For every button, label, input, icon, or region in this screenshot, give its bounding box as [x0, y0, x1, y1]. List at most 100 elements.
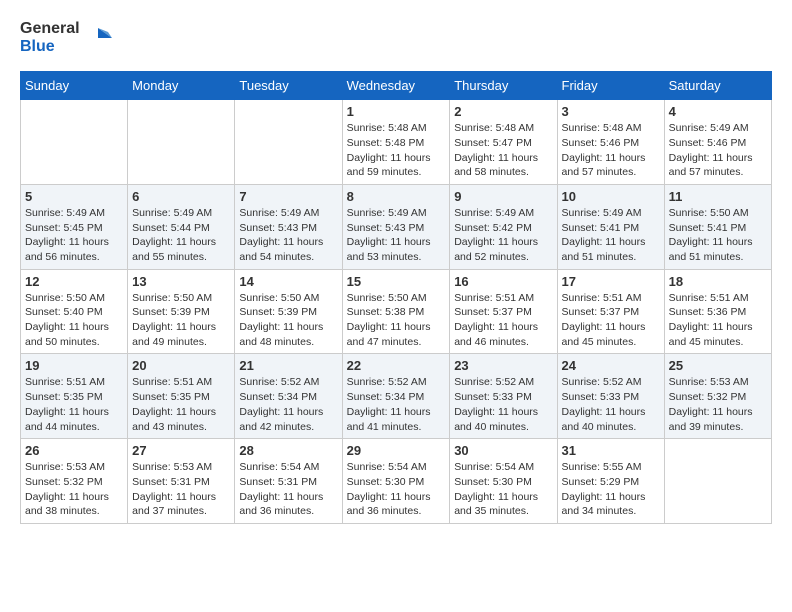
calendar-cell: 30 Sunrise: 5:54 AMSunset: 5:30 PMDayligh… [450, 439, 557, 524]
day-number: 12 [25, 274, 123, 289]
day-info: Sunrise: 5:50 AMSunset: 5:40 PMDaylight:… [25, 291, 123, 350]
logo-bird-icon [84, 24, 112, 52]
day-info: Sunrise: 5:49 AMSunset: 5:42 PMDaylight:… [454, 206, 552, 265]
day-info: Sunrise: 5:48 AMSunset: 5:46 PMDaylight:… [562, 121, 660, 180]
day-number: 14 [239, 274, 337, 289]
day-info: Sunrise: 5:55 AMSunset: 5:29 PMDaylight:… [562, 460, 660, 519]
day-number: 6 [132, 189, 230, 204]
calendar-cell: 10 Sunrise: 5:49 AMSunset: 5:41 PMDayligh… [557, 184, 664, 269]
calendar-cell: 24 Sunrise: 5:52 AMSunset: 5:33 PMDayligh… [557, 354, 664, 439]
weekday-header-monday: Monday [128, 72, 235, 100]
logo: General Blue [20, 20, 112, 55]
calendar-cell: 28 Sunrise: 5:54 AMSunset: 5:31 PMDayligh… [235, 439, 342, 524]
calendar-cell: 22Sunrise: 5:52 AMSunset: 5:34 PMDayligh… [342, 354, 450, 439]
calendar-cell: 1 Sunrise: 5:48 AMSunset: 5:48 PMDaylight… [342, 100, 450, 185]
calendar-cell: 21 Sunrise: 5:52 AMSunset: 5:34 PMDayligh… [235, 354, 342, 439]
calendar-cell: 20Sunrise: 5:51 AMSunset: 5:35 PMDayligh… [128, 354, 235, 439]
logo-line1: General [20, 20, 80, 38]
day-number: 3 [562, 104, 660, 119]
day-info: Sunrise: 5:52 AMSunset: 5:34 PMDaylight:… [347, 375, 446, 434]
calendar-cell: 5 Sunrise: 5:49 AMSunset: 5:45 PMDaylight… [21, 184, 128, 269]
calendar-cell: 2 Sunrise: 5:48 AMSunset: 5:47 PMDaylight… [450, 100, 557, 185]
day-info: Sunrise: 5:51 AMSunset: 5:36 PMDaylight:… [669, 291, 767, 350]
calendar-cell: 11 Sunrise: 5:50 AMSunset: 5:41 PMDayligh… [664, 184, 771, 269]
day-number: 28 [239, 443, 337, 458]
calendar-cell: 12 Sunrise: 5:50 AMSunset: 5:40 PMDayligh… [21, 269, 128, 354]
day-number: 4 [669, 104, 767, 119]
weekday-header-row: SundayMondayTuesdayWednesdayThursdayFrid… [21, 72, 772, 100]
day-info: Sunrise: 5:53 AMSunset: 5:31 PMDaylight:… [132, 460, 230, 519]
calendar-cell: 27Sunrise: 5:53 AMSunset: 5:31 PMDayligh… [128, 439, 235, 524]
calendar-cell: 7Sunrise: 5:49 AMSunset: 5:43 PMDaylight… [235, 184, 342, 269]
day-info: Sunrise: 5:50 AMSunset: 5:39 PMDaylight:… [239, 291, 337, 350]
calendar-cell: 23 Sunrise: 5:52 AMSunset: 5:33 PMDayligh… [450, 354, 557, 439]
day-info: Sunrise: 5:48 AMSunset: 5:48 PMDaylight:… [347, 121, 446, 180]
calendar-cell: 25 Sunrise: 5:53 AMSunset: 5:32 PMDayligh… [664, 354, 771, 439]
page-header: General Blue [20, 20, 772, 55]
calendar-week-row: 26Sunrise: 5:53 AMSunset: 5:32 PMDayligh… [21, 439, 772, 524]
day-info: Sunrise: 5:52 AMSunset: 5:33 PMDaylight:… [562, 375, 660, 434]
day-info: Sunrise: 5:51 AMSunset: 5:35 PMDaylight:… [25, 375, 123, 434]
weekday-header-wednesday: Wednesday [342, 72, 450, 100]
day-number: 1 [347, 104, 446, 119]
day-info: Sunrise: 5:52 AMSunset: 5:34 PMDaylight:… [239, 375, 337, 434]
day-number: 30 [454, 443, 552, 458]
day-info: Sunrise: 5:49 AMSunset: 5:45 PMDaylight:… [25, 206, 123, 265]
calendar-cell: 8Sunrise: 5:49 AMSunset: 5:43 PMDaylight… [342, 184, 450, 269]
calendar-cell: 3 Sunrise: 5:48 AMSunset: 5:46 PMDaylight… [557, 100, 664, 185]
day-info: Sunrise: 5:52 AMSunset: 5:33 PMDaylight:… [454, 375, 552, 434]
calendar-cell: 17 Sunrise: 5:51 AMSunset: 5:37 PMDayligh… [557, 269, 664, 354]
day-number: 5 [25, 189, 123, 204]
day-info: Sunrise: 5:53 AMSunset: 5:32 PMDaylight:… [25, 460, 123, 519]
day-info: Sunrise: 5:49 AMSunset: 5:44 PMDaylight:… [132, 206, 230, 265]
day-info: Sunrise: 5:54 AMSunset: 5:31 PMDaylight:… [239, 460, 337, 519]
day-number: 25 [669, 358, 767, 373]
day-info: Sunrise: 5:53 AMSunset: 5:32 PMDaylight:… [669, 375, 767, 434]
calendar-cell: 4 Sunrise: 5:49 AMSunset: 5:46 PMDaylight… [664, 100, 771, 185]
day-number: 19 [25, 358, 123, 373]
day-info: Sunrise: 5:51 AMSunset: 5:37 PMDaylight:… [562, 291, 660, 350]
calendar-cell: 15 Sunrise: 5:50 AMSunset: 5:38 PMDayligh… [342, 269, 450, 354]
day-info: Sunrise: 5:54 AMSunset: 5:30 PMDaylight:… [454, 460, 552, 519]
calendar-cell: 6 Sunrise: 5:49 AMSunset: 5:44 PMDaylight… [128, 184, 235, 269]
day-number: 23 [454, 358, 552, 373]
day-number: 21 [239, 358, 337, 373]
day-info: Sunrise: 5:50 AMSunset: 5:39 PMDaylight:… [132, 291, 230, 350]
day-number: 24 [562, 358, 660, 373]
day-info: Sunrise: 5:49 AMSunset: 5:43 PMDaylight:… [239, 206, 337, 265]
calendar-cell: 9Sunrise: 5:49 AMSunset: 5:42 PMDaylight… [450, 184, 557, 269]
day-info: Sunrise: 5:48 AMSunset: 5:47 PMDaylight:… [454, 121, 552, 180]
day-number: 8 [347, 189, 446, 204]
calendar-cell: 13 Sunrise: 5:50 AMSunset: 5:39 PMDayligh… [128, 269, 235, 354]
day-number: 20 [132, 358, 230, 373]
day-number: 13 [132, 274, 230, 289]
day-info: Sunrise: 5:50 AMSunset: 5:38 PMDaylight:… [347, 291, 446, 350]
day-number: 29 [347, 443, 446, 458]
weekday-header-thursday: Thursday [450, 72, 557, 100]
calendar-cell [235, 100, 342, 185]
day-info: Sunrise: 5:49 AMSunset: 5:46 PMDaylight:… [669, 121, 767, 180]
day-number: 17 [562, 274, 660, 289]
day-number: 15 [347, 274, 446, 289]
logo-line2: Blue [20, 38, 80, 56]
calendar-week-row: 5 Sunrise: 5:49 AMSunset: 5:45 PMDaylight… [21, 184, 772, 269]
day-number: 10 [562, 189, 660, 204]
calendar-cell: 26Sunrise: 5:53 AMSunset: 5:32 PMDayligh… [21, 439, 128, 524]
weekday-header-tuesday: Tuesday [235, 72, 342, 100]
calendar-cell: 18Sunrise: 5:51 AMSunset: 5:36 PMDayligh… [664, 269, 771, 354]
day-info: Sunrise: 5:54 AMSunset: 5:30 PMDaylight:… [347, 460, 446, 519]
day-number: 11 [669, 189, 767, 204]
calendar-cell [21, 100, 128, 185]
day-info: Sunrise: 5:51 AMSunset: 5:37 PMDaylight:… [454, 291, 552, 350]
logo-text-block: General Blue [20, 20, 80, 55]
calendar-week-row: 12 Sunrise: 5:50 AMSunset: 5:40 PMDayligh… [21, 269, 772, 354]
weekday-header-sunday: Sunday [21, 72, 128, 100]
day-info: Sunrise: 5:50 AMSunset: 5:41 PMDaylight:… [669, 206, 767, 265]
weekday-header-saturday: Saturday [664, 72, 771, 100]
calendar-cell: 29 Sunrise: 5:54 AMSunset: 5:30 PMDayligh… [342, 439, 450, 524]
day-number: 2 [454, 104, 552, 119]
calendar-week-row: 1 Sunrise: 5:48 AMSunset: 5:48 PMDaylight… [21, 100, 772, 185]
day-info: Sunrise: 5:49 AMSunset: 5:41 PMDaylight:… [562, 206, 660, 265]
calendar-cell: 14 Sunrise: 5:50 AMSunset: 5:39 PMDayligh… [235, 269, 342, 354]
calendar-cell: 19 Sunrise: 5:51 AMSunset: 5:35 PMDayligh… [21, 354, 128, 439]
